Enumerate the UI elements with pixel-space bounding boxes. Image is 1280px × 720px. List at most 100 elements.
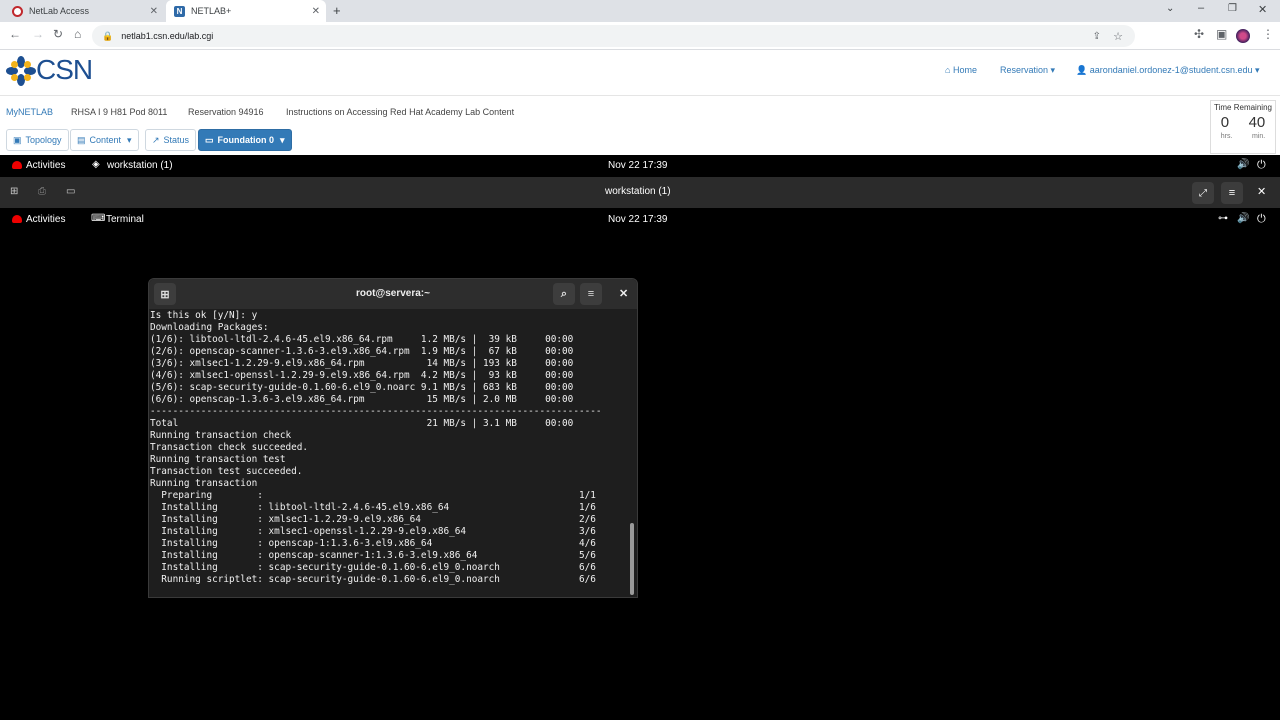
activities-button[interactable]: Activities xyxy=(26,214,65,225)
search-icon[interactable]: ⌕ xyxy=(553,283,575,305)
caret-down-icon: ▾ xyxy=(127,134,132,145)
close-window-icon[interactable]: ✕ xyxy=(1258,3,1267,16)
netlab-circle-icon xyxy=(12,5,23,17)
terminal-app-icon: ⌨ xyxy=(91,213,106,224)
terminal-titlebar[interactable]: ⊞ root@servera:~ ⌕ ≡ ✕ xyxy=(149,279,637,309)
minutes-value: 40 xyxy=(1248,114,1266,131)
new-tab-button[interactable]: + xyxy=(333,3,341,18)
terminal-line: (2/6): openscap-scanner-1.3.6-3.el9.x86_… xyxy=(150,346,574,357)
network-icon[interactable]: ⊶ xyxy=(1218,213,1228,224)
breadcrumb-pod[interactable]: RHSA I 9 H81 Pod 8011 xyxy=(71,107,167,117)
terminal-line: (5/6): scap-security-guide-0.1.60-6.el9_… xyxy=(150,382,574,393)
caret-down-icon: ▾ xyxy=(1050,65,1056,75)
app-menu[interactable]: workstation (1) xyxy=(107,160,173,171)
outer-gnome-topbar: Activities ◈ workstation (1) Nov 22 17:3… xyxy=(0,155,1280,177)
hamburger-menu-icon[interactable]: ≡ xyxy=(1221,182,1243,204)
house-icon: ⌂ xyxy=(945,65,951,75)
status-button[interactable]: ↗ Status xyxy=(145,129,197,151)
power-icon[interactable]: ⏻ xyxy=(1257,213,1266,226)
tab-search-icon[interactable]: ⌄ xyxy=(1166,3,1174,14)
profile-avatar[interactable] xyxy=(1236,29,1250,43)
topology-label: Topology xyxy=(25,135,62,145)
app-menu[interactable]: Terminal xyxy=(106,214,144,225)
close-icon[interactable]: ✕ xyxy=(150,6,158,17)
bookmark-star-icon[interactable]: ☆ xyxy=(1113,30,1123,43)
reload-icon[interactable]: ↻ xyxy=(53,27,63,41)
scrollbar-thumb[interactable] xyxy=(630,523,634,595)
reservation-label: Reservation xyxy=(1000,65,1049,75)
hours-value: 0 xyxy=(1220,114,1230,131)
close-icon[interactable]: ✕ xyxy=(1257,185,1266,198)
content-label: Content xyxy=(89,135,122,145)
caret-down-icon: ▾ xyxy=(280,134,285,145)
topology-button[interactable]: ▣ Topology xyxy=(6,129,69,151)
fullscreen-icon[interactable]: ⤢ xyxy=(1192,182,1214,204)
hours-unit: hrs. xyxy=(1220,133,1233,140)
foundation-label: Foundation 0 xyxy=(217,135,275,145)
breadcrumb-mynetlab[interactable]: MyNETLAB xyxy=(6,107,53,117)
terminal-line: Installing : scap-security-guide-0.1.60-… xyxy=(150,562,596,573)
netlab-n-icon: N xyxy=(174,5,185,17)
foundation-dropdown[interactable]: ▭ Foundation 0 ▾ xyxy=(198,129,292,151)
vm-viewer-titlebar: ⊞ ⎙ ▭ workstation (1) ⤢ ≡ ✕ xyxy=(0,177,1280,208)
extensions-icon[interactable]: ✣ xyxy=(1194,27,1204,41)
terminal-line: (6/6): openscap-1.3.6-3.el9.x86_64.rpm 1… xyxy=(150,394,574,405)
user-dropdown[interactable]: 👤 aarondaniel.ordonez-1@student.csn.edu … xyxy=(1076,65,1260,76)
overview-icon[interactable]: ⊞ xyxy=(10,186,18,197)
tab-netlab-access[interactable]: NetLab Access ✕ xyxy=(4,0,164,22)
url-input[interactable]: 🔒 netlab1.csn.edu/lab.cgi ⇪ ☆ xyxy=(92,25,1135,47)
browser-menu-icon[interactable]: ⋮ xyxy=(1262,27,1274,41)
terminal-output[interactable]: Is this ok [y/N]: y Downloading Packages:… xyxy=(149,310,627,596)
terminal-line: Installing : openscap-1:1.3.6-3.el9.x86_… xyxy=(150,538,596,549)
display-icon[interactable]: ▭ xyxy=(66,186,75,197)
terminal-line: Running scriptlet: scap-security-guide-0… xyxy=(150,574,596,585)
home-link-label: Home xyxy=(952,65,977,75)
csn-logo-text: CSN xyxy=(36,54,93,85)
power-icon[interactable]: ⏻ xyxy=(1257,159,1266,172)
book-icon: ▤ xyxy=(77,134,86,145)
close-icon[interactable]: ✕ xyxy=(312,6,320,17)
terminal-line: Preparing : 1/1 xyxy=(150,490,596,501)
address-bar-row: ← → ↻ ⌂ 🔒 netlab1.csn.edu/lab.cgi ⇪ ☆ ✣ … xyxy=(0,22,1280,50)
minimize-icon[interactable]: – xyxy=(1198,2,1204,14)
activities-button[interactable]: Activities xyxy=(26,160,65,171)
csn-logo-icon xyxy=(6,56,36,86)
terminal-line: Installing : xmlsec1-1.2.29-9.el9.x86_64… xyxy=(150,514,596,525)
user-email: aarondaniel.ordonez-1@student.csn.edu xyxy=(1089,65,1253,75)
volume-icon[interactable]: 🔊 xyxy=(1237,213,1249,224)
terminal-window[interactable]: ⊞ root@servera:~ ⌕ ≡ ✕ Is this ok [y/N]:… xyxy=(148,278,638,598)
terminal-line: Transaction check succeeded. xyxy=(150,442,309,453)
user-icon: 👤 xyxy=(1076,65,1088,75)
back-icon[interactable]: ← xyxy=(9,27,21,41)
minutes-unit: min. xyxy=(1251,133,1266,140)
terminal-line: Installing : openscap-scanner-1:1.3.6-3.… xyxy=(150,550,596,561)
terminal-scrollbar[interactable] xyxy=(630,313,635,595)
image-icon: ▣ xyxy=(13,134,22,145)
time-remaining-box: Time Remaining 0 40 hrs. min. xyxy=(1210,100,1276,154)
home-link[interactable]: ⌂ Home xyxy=(945,65,977,75)
content-button[interactable]: ▤ Content ▾ xyxy=(70,129,139,151)
tab-title: NetLab Access xyxy=(29,6,90,16)
close-icon[interactable]: ✕ xyxy=(619,287,628,300)
screenshot-icon[interactable]: ⎙ xyxy=(38,186,46,197)
app-diamond-icon: ◈ xyxy=(92,159,100,170)
share-icon[interactable]: ⇪ xyxy=(1093,31,1101,42)
forward-icon[interactable]: → xyxy=(32,27,44,41)
home-icon[interactable]: ⌂ xyxy=(74,27,81,41)
inner-gnome-topbar: Activities ⌨ Terminal Nov 22 17:39 ⊶ 🔊 ⏻ xyxy=(0,208,1280,230)
monitor-icon: ▭ xyxy=(205,134,214,145)
terminal-line: Running transaction check xyxy=(150,430,292,441)
tab-netlab-plus[interactable]: N NETLAB+ ✕ xyxy=(166,0,326,22)
clock[interactable]: Nov 22 17:39 xyxy=(608,160,668,171)
volume-icon[interactable]: 🔊 xyxy=(1237,159,1249,170)
clock[interactable]: Nov 22 17:39 xyxy=(608,214,668,225)
breadcrumb-reservation[interactable]: Reservation 94916 xyxy=(188,107,264,117)
sidepanel-icon[interactable]: ▣ xyxy=(1216,27,1227,41)
browser-tab-bar: NetLab Access ✕ N NETLAB+ ✕ + ⌄ – ❐ ✕ xyxy=(0,0,1280,22)
tab-title: NETLAB+ xyxy=(191,6,232,16)
restore-icon[interactable]: ❐ xyxy=(1228,3,1237,14)
reservation-dropdown[interactable]: Reservation ▾ xyxy=(1000,65,1055,76)
breadcrumb-current: Instructions on Accessing Red Hat Academ… xyxy=(286,107,515,117)
netlab-header: CSN ⌂ Home Reservation ▾ 👤 aarondaniel.o… xyxy=(0,50,1280,96)
hamburger-menu-icon[interactable]: ≡ xyxy=(580,283,602,305)
